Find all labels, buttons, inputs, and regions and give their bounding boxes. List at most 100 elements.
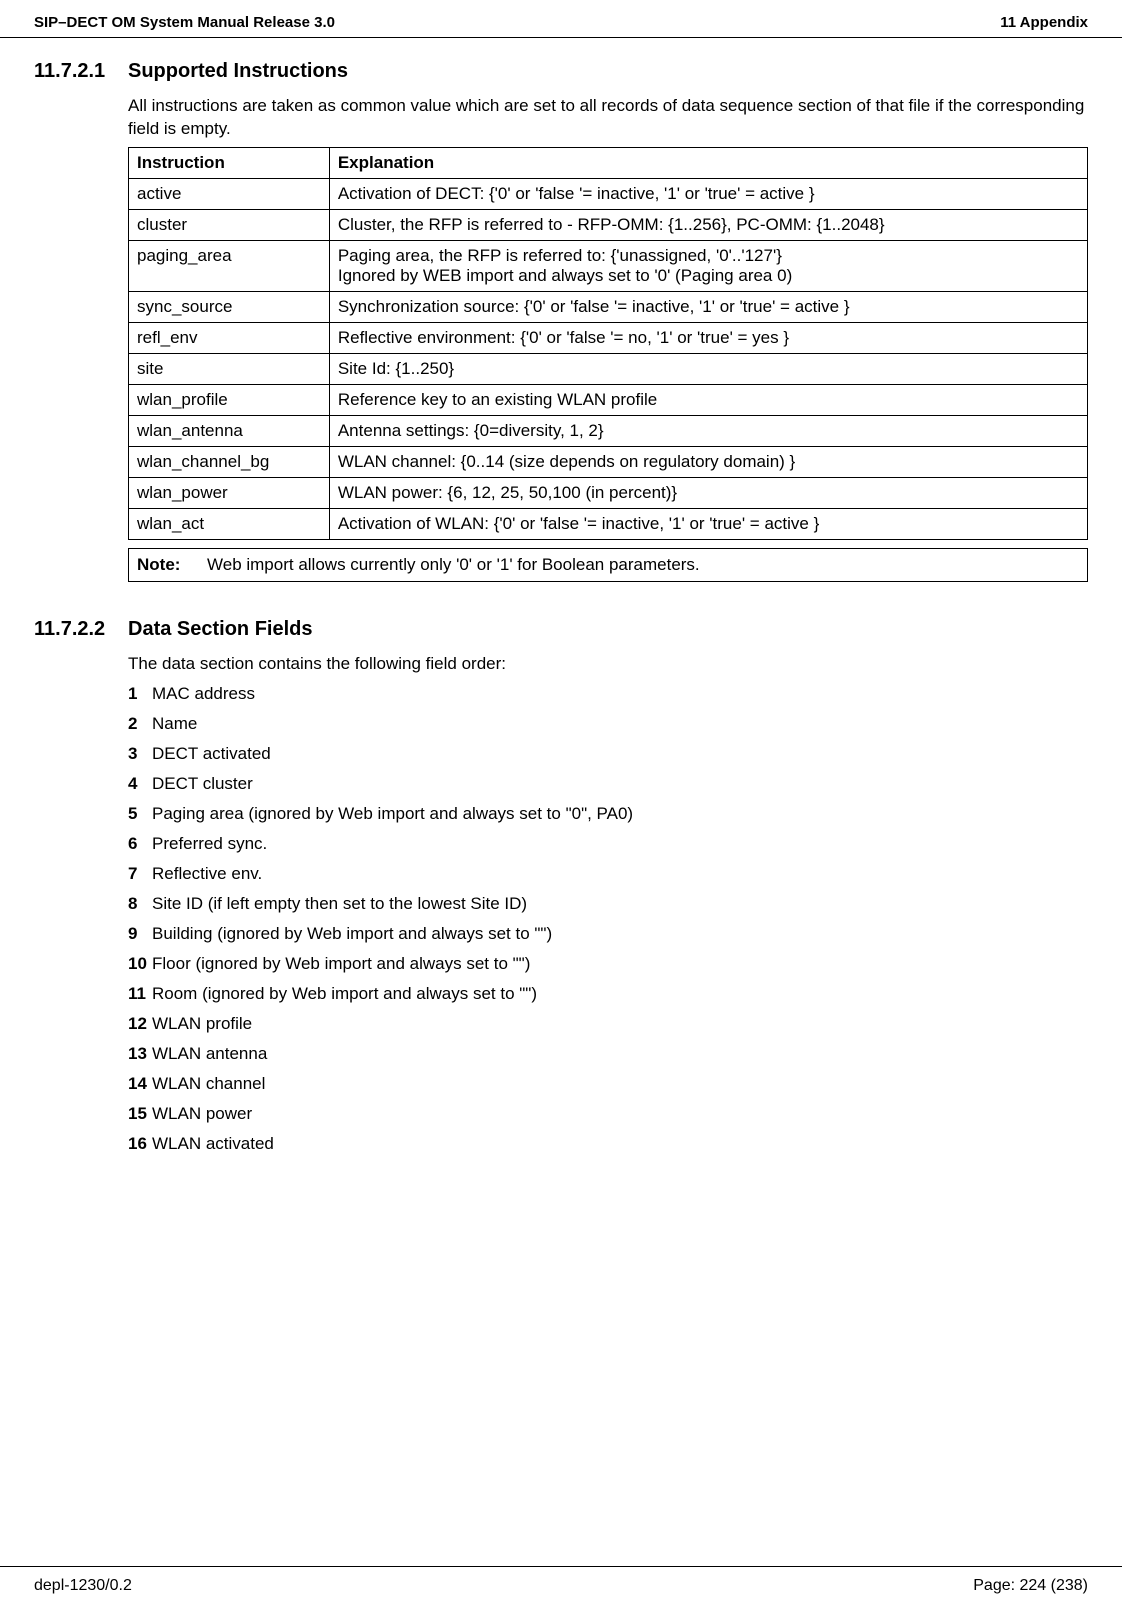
table-row: activeActivation of DECT: {'0' or 'false… (129, 178, 1088, 209)
list-item: 4DECT cluster (128, 774, 1088, 794)
list-item-number: 16 (128, 1134, 152, 1154)
list-item: 1MAC address (128, 684, 1088, 704)
list-item: 12WLAN profile (128, 1014, 1088, 1034)
footer-right: Page: 224 (238) (973, 1577, 1088, 1595)
note-label: Note: (137, 555, 207, 575)
table-row: sync_sourceSynchronization source: {'0' … (129, 291, 1088, 322)
list-item-text: Site ID (if left empty then set to the l… (152, 894, 527, 914)
note-box: Note: Web import allows currently only '… (128, 548, 1088, 582)
list-item: 3DECT activated (128, 744, 1088, 764)
cell-instruction: wlan_power (129, 477, 330, 508)
list-item-text: DECT cluster (152, 774, 253, 794)
table-row: wlan_powerWLAN power: {6, 12, 25, 50,100… (129, 477, 1088, 508)
cell-explanation: Paging area, the RFP is referred to: {'u… (329, 240, 1087, 291)
cell-instruction: paging_area (129, 240, 330, 291)
th-instruction: Instruction (129, 147, 330, 178)
list-item-text: Preferred sync. (152, 834, 267, 854)
list-item-number: 8 (128, 894, 152, 914)
list-item-number: 6 (128, 834, 152, 854)
list-item-number: 14 (128, 1074, 152, 1094)
list-item: 2Name (128, 714, 1088, 734)
cell-instruction: wlan_antenna (129, 415, 330, 446)
table-row: clusterCluster, the RFP is referred to -… (129, 209, 1088, 240)
table-row: wlan_channel_bgWLAN channel: {0..14 (siz… (129, 446, 1088, 477)
list-item-number: 11 (128, 984, 152, 1004)
cell-explanation: Cluster, the RFP is referred to - RFP-OM… (329, 209, 1087, 240)
list-item: 16WLAN activated (128, 1134, 1088, 1154)
cell-instruction: wlan_act (129, 508, 330, 539)
table-row: wlan_antennaAntenna settings: {0=diversi… (129, 415, 1088, 446)
section-number-2: 11.7.2.2 (34, 618, 128, 641)
cell-explanation: Activation of DECT: {'0' or 'false '= in… (329, 178, 1087, 209)
page-footer: depl-1230/0.2 Page: 224 (238) (0, 1566, 1122, 1595)
list-item: 10Floor (ignored by Web import and alway… (128, 954, 1088, 974)
list-item: 13WLAN antenna (128, 1044, 1088, 1064)
list-item-number: 13 (128, 1044, 152, 1064)
cell-explanation: WLAN power: {6, 12, 25, 50,100 (in perce… (329, 477, 1087, 508)
cell-instruction: site (129, 353, 330, 384)
cell-instruction: wlan_channel_bg (129, 446, 330, 477)
cell-instruction: cluster (129, 209, 330, 240)
list-item-number: 3 (128, 744, 152, 764)
note-text: Web import allows currently only '0' or … (207, 555, 700, 575)
table-row: wlan_profileReference key to an existing… (129, 384, 1088, 415)
list-item-number: 15 (128, 1104, 152, 1124)
list-item-number: 10 (128, 954, 152, 974)
header-right: 11 Appendix (1000, 14, 1088, 31)
list-item: 8Site ID (if left empty then set to the … (128, 894, 1088, 914)
list-item-number: 7 (128, 864, 152, 884)
list-item-text: WLAN antenna (152, 1044, 267, 1064)
cell-explanation: Synchronization source: {'0' or 'false '… (329, 291, 1087, 322)
cell-explanation: Antenna settings: {0=diversity, 1, 2} (329, 415, 1087, 446)
cell-instruction: sync_source (129, 291, 330, 322)
list-item: 15WLAN power (128, 1104, 1088, 1124)
section-heading-1: 11.7.2.1Supported Instructions (34, 60, 1088, 83)
section-heading-2: 11.7.2.2Data Section Fields (34, 618, 1088, 641)
list-item-text: WLAN channel (152, 1074, 265, 1094)
list-item-text: Name (152, 714, 197, 734)
section2-intro: The data section contains the following … (128, 653, 1088, 676)
list-item: 6Preferred sync. (128, 834, 1088, 854)
table-header-row: Instruction Explanation (129, 147, 1088, 178)
section-title-2: Data Section Fields (128, 618, 313, 640)
cell-instruction: refl_env (129, 322, 330, 353)
cell-explanation: WLAN channel: {0..14 (size depends on re… (329, 446, 1087, 477)
section1-intro: All instructions are taken as common val… (128, 95, 1088, 141)
list-item-number: 1 (128, 684, 152, 704)
table-row: refl_envReflective environment: {'0' or … (129, 322, 1088, 353)
footer-left: depl-1230/0.2 (34, 1577, 132, 1595)
cell-explanation: Reference key to an existing WLAN profil… (329, 384, 1087, 415)
list-item-number: 5 (128, 804, 152, 824)
list-item-text: WLAN profile (152, 1014, 252, 1034)
list-item-text: Reflective env. (152, 864, 262, 884)
instructions-table: Instruction Explanation activeActivation… (128, 147, 1088, 540)
cell-explanation: Reflective environment: {'0' or 'false '… (329, 322, 1087, 353)
table-row: siteSite Id: {1..250} (129, 353, 1088, 384)
list-item: 7Reflective env. (128, 864, 1088, 884)
th-explanation: Explanation (329, 147, 1087, 178)
table-row: wlan_actActivation of WLAN: {'0' or 'fal… (129, 508, 1088, 539)
list-item-text: DECT activated (152, 744, 271, 764)
list-item-text: MAC address (152, 684, 255, 704)
list-item-text: Floor (ignored by Web import and always … (152, 954, 530, 974)
header-left: SIP–DECT OM System Manual Release 3.0 (34, 14, 335, 31)
list-item-number: 12 (128, 1014, 152, 1034)
table-row: paging_areaPaging area, the RFP is refer… (129, 240, 1088, 291)
data-fields-list: 1MAC address2Name3DECT activated4DECT cl… (128, 684, 1088, 1154)
section-title-1: Supported Instructions (128, 60, 348, 82)
list-item: 5Paging area (ignored by Web import and … (128, 804, 1088, 824)
page-header: SIP–DECT OM System Manual Release 3.0 11… (0, 0, 1122, 38)
list-item: 9Building (ignored by Web import and alw… (128, 924, 1088, 944)
cell-explanation: Activation of WLAN: {'0' or 'false '= in… (329, 508, 1087, 539)
list-item-number: 4 (128, 774, 152, 794)
cell-instruction: wlan_profile (129, 384, 330, 415)
list-item-text: WLAN power (152, 1104, 252, 1124)
list-item-text: Room (ignored by Web import and always s… (152, 984, 537, 1004)
page-content: 11.7.2.1Supported Instructions All instr… (0, 60, 1122, 1154)
list-item-text: WLAN activated (152, 1134, 274, 1154)
list-item-text: Building (ignored by Web import and alwa… (152, 924, 552, 944)
list-item-number: 9 (128, 924, 152, 944)
cell-explanation: Site Id: {1..250} (329, 353, 1087, 384)
list-item: 11Room (ignored by Web import and always… (128, 984, 1088, 1004)
cell-instruction: active (129, 178, 330, 209)
